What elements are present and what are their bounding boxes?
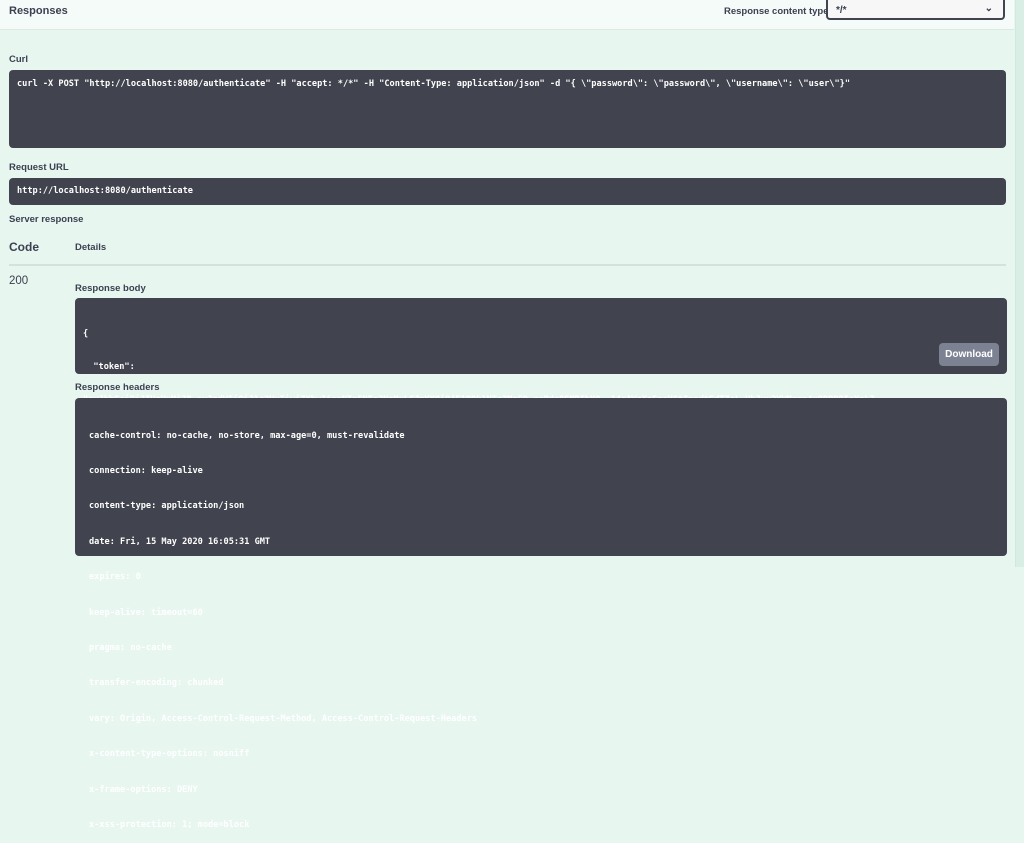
- response-status-code: 200: [9, 275, 29, 287]
- response-header-line: content-type: application/json: [89, 501, 245, 512]
- response-header-line: connection: keep-alive: [89, 465, 203, 476]
- request-url-label: Request URL: [9, 162, 69, 173]
- response-header-line: transfer-encoding: chunked: [89, 678, 224, 689]
- response-headers-label: Response headers: [75, 382, 160, 393]
- download-button[interactable]: Download: [939, 343, 999, 366]
- curl-command: curl -X POST "http://localhost:8080/auth…: [17, 79, 850, 89]
- response-content-type-label: Response content type: [724, 6, 829, 17]
- response-content-type-select[interactable]: */* ⌄: [826, 0, 1005, 20]
- curl-command-box[interactable]: curl -X POST "http://localhost:8080/auth…: [9, 70, 1006, 148]
- response-header-line: x-xss-protection: 1; mode=block: [89, 819, 250, 830]
- request-url-value: http://localhost:8080/authenticate: [17, 186, 193, 196]
- section-right-border: [1015, 0, 1024, 567]
- response-header-line: pragma: no-cache: [89, 642, 172, 653]
- chevron-down-icon: ⌄: [984, 3, 993, 14]
- server-response-label: Server response: [9, 214, 84, 225]
- response-body-box[interactable]: { "token": "eyJhbGciOiJIUzUxMiJ9.eyJzdWI…: [75, 298, 1007, 471]
- response-body-line: {: [83, 329, 89, 339]
- response-header-line: x-frame-options: DENY: [89, 784, 198, 795]
- response-headers-box[interactable]: cache-control: no-cache, no-store, max-a…: [75, 398, 1007, 830]
- responses-title: Responses: [9, 5, 68, 17]
- response-body-line: "token":: [83, 362, 135, 372]
- responses-header: Responses Response content type */* ⌄: [0, 0, 1014, 30]
- response-header-line: cache-control: no-cache, no-store, max-a…: [89, 430, 405, 441]
- response-body-label: Response body: [75, 283, 146, 294]
- response-header-line: x-content-type-options: nosniff: [89, 749, 250, 760]
- details-column-header: Details: [75, 242, 107, 253]
- response-header-line: vary: Origin, Access-Control-Request-Met…: [89, 713, 478, 724]
- curl-label: Curl: [9, 54, 28, 65]
- response-header-line: date: Fri, 15 May 2020 16:05:31 GMT: [89, 536, 271, 547]
- request-url-box[interactable]: http://localhost:8080/authenticate: [9, 178, 1006, 205]
- code-column-header: Code: [9, 240, 39, 254]
- response-header-line: expires: 0: [89, 572, 141, 583]
- table-divider: [9, 264, 1006, 266]
- selected-content-type: */*: [836, 5, 847, 16]
- response-header-line: keep-alive: timeout=60: [89, 607, 203, 618]
